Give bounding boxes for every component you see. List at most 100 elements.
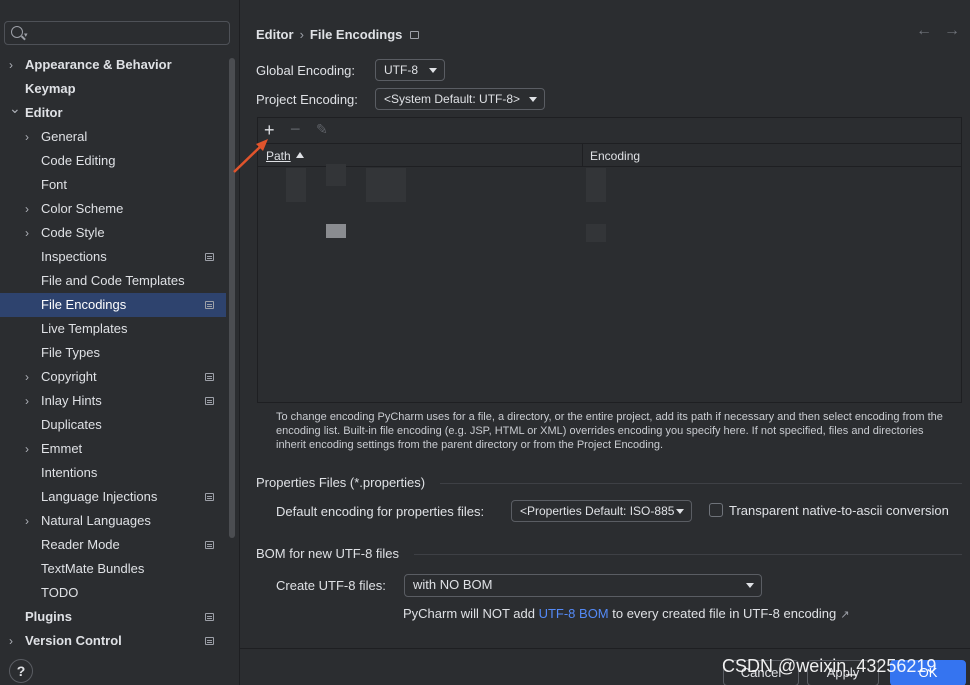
sidebar-item-emmet[interactable]: › Emmet [0,437,226,461]
global-encoding-select[interactable]: UTF-8 [375,59,445,81]
bom-create-select[interactable]: with NO BOM [404,574,762,597]
sidebar-item-inlay-hints[interactable]: › Inlay Hints [0,389,226,413]
bom-section-title: BOM for new UTF-8 files [256,546,400,561]
bom-note-suffix: to every created file in UTF-8 encoding [608,606,837,621]
sidebar-item-editor[interactable]: ⌄ Editor [0,100,226,125]
chevron-right-icon[interactable]: › [25,221,35,245]
sidebar-item-file-types[interactable]: File Types [0,341,226,365]
sidebar-item-label: File Encodings [41,297,127,312]
sort-ascending-icon [296,152,304,158]
section-divider [414,554,962,555]
redacted-cell [286,168,306,202]
search-options-icon[interactable]: ▾ [24,31,28,39]
sidebar-scrollbar[interactable] [229,58,235,538]
sidebar-item-code-editing[interactable]: Code Editing [0,149,226,173]
sidebar-item-duplicates[interactable]: Duplicates [0,413,226,437]
bom-create-label: Create UTF-8 files: [276,578,386,593]
properties-encoding-value: <Properties Default: ISO-885 [520,504,675,518]
forward-arrow-icon[interactable]: → [944,22,960,40]
search-input[interactable]: ▾ [4,21,230,45]
properties-default-label: Default encoding for properties files: [276,504,485,519]
sidebar-item-label: Emmet [41,441,83,456]
sidebar-item-label: Keymap [25,81,76,96]
sidebar-item-label: Plugins [25,609,72,624]
sidebar-item-keymap[interactable]: Keymap [0,77,226,101]
column-divider[interactable] [582,144,583,166]
sidebar-item-todo[interactable]: TODO [0,581,226,605]
sidebar-item-inspections[interactable]: Inspections [0,245,226,269]
section-divider [440,483,962,484]
sidebar-item-language-injections[interactable]: Language Injections [0,485,226,509]
project-scope-icon [205,253,214,261]
sidebar-item-font[interactable]: Font [0,173,226,197]
breadcrumb-parent[interactable]: Editor [256,27,294,42]
sidebar-item-label: Natural Languages [41,513,151,528]
bom-note: PyCharm will NOT add UTF-8 BOM to every … [403,606,849,621]
project-encoding-select[interactable]: <System Default: UTF-8> [375,88,545,110]
sidebar-item-label: TODO [41,585,79,600]
sidebar-item-label: File Types [41,345,101,360]
sidebar-item-appearance-behavior[interactable]: › Appearance & Behavior [0,53,226,77]
chevron-right-icon[interactable]: › [25,437,35,461]
chevron-right-icon[interactable]: › [25,365,35,389]
annotation-arrow-shaft [233,144,263,173]
sidebar-item-label: Color Scheme [41,201,124,216]
sidebar-item-intentions[interactable]: Intentions [0,461,226,485]
sidebar-item-textmate-bundles[interactable]: TextMate Bundles [0,557,226,581]
properties-encoding-select[interactable]: <Properties Default: ISO-885 [511,500,692,522]
settings-sidebar: ▾ › Appearance & Behavior Keymap ⌄ Editor › Ge… [0,0,240,685]
utf8-bom-link[interactable]: UTF-8 BOM [539,606,609,621]
bom-note-prefix: PyCharm will NOT add [403,606,539,621]
sidebar-item-reader-mode[interactable]: Reader Mode [0,533,226,557]
sidebar-item-file-and-code-templates[interactable]: File and Code Templates [0,269,226,293]
chevron-right-icon[interactable]: › [25,389,35,413]
sidebar-item-color-scheme[interactable]: › Color Scheme [0,197,226,221]
settings-tree: › Appearance & Behavior Keymap ⌄ Editor › Gene… [0,53,226,653]
sidebar-item-label: Code Editing [41,153,116,168]
external-link-icon: ↗ [840,609,850,621]
chevron-right-icon[interactable]: › [25,125,35,149]
settings-panel: Editor › File Encodings ← → Global Encodin… [240,0,970,685]
chevron-right-icon[interactable]: › [25,197,35,221]
sidebar-item-label: File and Code Templates [41,273,185,288]
redacted-cell [366,168,406,202]
sidebar-item-natural-languages[interactable]: › Natural Languages [0,509,226,533]
project-encoding-label: Project Encoding: [256,92,358,107]
project-scope-icon [205,541,214,549]
sidebar-item-label: Duplicates [41,417,102,432]
sidebar-item-general[interactable]: › General [0,125,226,149]
annotation-arrow [233,139,268,173]
table-toolbar: + − ✎ [258,118,961,142]
watermark: CSDN @weixin_43256219 [722,656,937,676]
project-scope-icon [205,373,214,381]
chevron-down-icon[interactable]: ⌄ [9,96,21,120]
sidebar-item-live-templates[interactable]: Live Templates [0,317,226,341]
chevron-down-icon [746,583,754,588]
sidebar-item-copyright[interactable]: › Copyright [0,365,226,389]
bom-create-value: with NO BOM [413,577,493,592]
sidebar-item-label: Appearance & Behavior [25,57,172,72]
redacted-cell [326,224,346,238]
sidebar-item-label: Code Style [41,225,105,240]
sidebar-item-plugins[interactable]: Plugins [0,605,226,629]
sidebar-item-file-encodings[interactable]: File Encodings [0,293,226,317]
column-header-encoding[interactable]: Encoding [590,149,640,163]
back-arrow-icon[interactable]: ← [916,22,932,40]
remove-icon[interactable]: − [290,119,301,140]
chevron-down-icon [529,97,537,102]
transparent-conversion-label[interactable]: Transparent native-to-ascii conversion [729,503,949,518]
chevron-right-icon[interactable]: › [9,629,19,653]
chevron-right-icon[interactable]: › [25,509,35,533]
sidebar-item-version-control[interactable]: › Version Control [0,629,226,653]
sidebar-item-label: Intentions [41,465,98,480]
help-button[interactable]: ? [9,659,33,683]
path-encoding-table: + − ✎ Path Encoding [257,117,962,403]
redacted-cell [586,224,606,242]
breadcrumb-separator: › [299,27,304,43]
chevron-right-icon[interactable]: › [9,53,19,77]
transparent-conversion-checkbox[interactable] [709,503,723,517]
project-scope-icon [205,493,214,501]
edit-icon[interactable]: ✎ [316,121,328,138]
properties-section-title: Properties Files (*.properties) [256,475,426,490]
sidebar-item-code-style[interactable]: › Code Style [0,221,226,245]
